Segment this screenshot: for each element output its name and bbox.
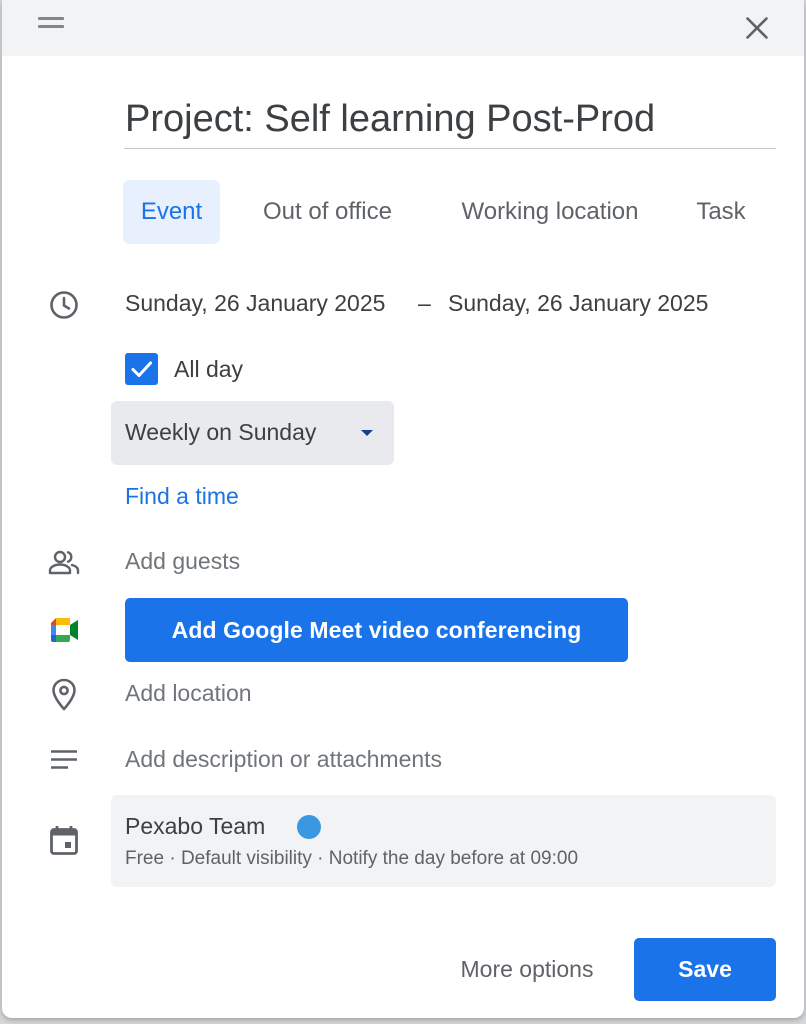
calendar-icon [50,826,78,855]
end-date[interactable]: Sunday, 26 January 2025 [448,290,708,317]
google-meet-icon [51,618,78,642]
tab-event[interactable]: Event [123,180,220,244]
close-button[interactable] [737,8,777,48]
calendar-details: Free · Default visibility · Notify the d… [125,848,579,869]
all-day-checkbox[interactable] [125,353,158,385]
calendar-color-dot [297,815,321,839]
tab-task[interactable]: Task [681,180,761,244]
close-icon [746,17,768,39]
add-google-meet-button[interactable]: Add Google Meet video conferencing [125,598,628,662]
notes-icon [51,750,77,769]
add-description-input[interactable]: Add description or attachments [125,746,442,773]
calendar-name: Pexabo Team [125,813,266,839]
recurrence-value: Weekly on Sunday [125,419,317,445]
chevron-down-icon [361,430,373,436]
event-title-input[interactable]: Project: Self learning Post-Prod [124,92,776,149]
all-day-label: All day [174,356,244,382]
find-a-time-link[interactable]: Find a time [125,483,239,510]
tab-working-location[interactable]: Working location [434,180,666,244]
save-button[interactable]: Save [634,938,776,1001]
add-location-input[interactable]: Add location [125,680,252,707]
calendar-selector[interactable]: Pexabo Team Free · Default visibility · … [111,795,776,887]
more-options-button[interactable]: More options [434,938,620,1000]
event-dialog: Project: Self learning Post-Prod Event O… [2,0,804,1018]
recurrence-select[interactable]: Weekly on Sunday [111,401,394,465]
check-icon [131,361,152,377]
date-separator: – [418,290,431,316]
start-date[interactable]: Sunday, 26 January 2025 [125,290,385,317]
location-pin-icon [52,678,76,711]
people-icon [48,550,80,575]
clock-icon [50,291,78,319]
add-guests-input[interactable]: Add guests [125,548,240,575]
drag-handle-icon[interactable] [38,17,64,29]
dialog-header [2,0,804,56]
tab-out-of-office[interactable]: Out of office [235,180,420,244]
